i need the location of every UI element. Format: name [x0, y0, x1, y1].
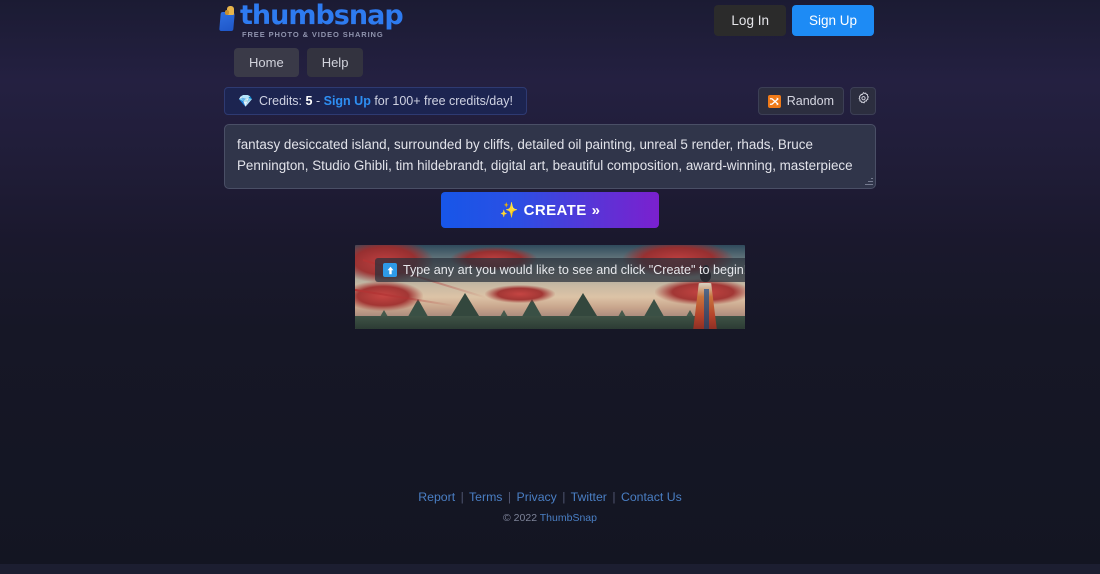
footer-link-terms[interactable]: Terms [469, 490, 502, 504]
site-footer: Report | Terms | Privacy | Twitter | Con… [0, 490, 1100, 524]
logo-wordmark: thumbsnap [240, 0, 404, 31]
login-button[interactable]: Log In [714, 5, 786, 36]
preview-hint-text: Type any art you would like to see and c… [403, 263, 745, 277]
auth-buttons: Log In Sign Up [714, 5, 874, 36]
footer-separator: | [507, 490, 512, 504]
random-button-label: Random [786, 94, 834, 108]
copyright: © 2022 ThumbSnap [0, 512, 1100, 524]
create-button[interactable]: ✨ CREATE » [441, 192, 659, 228]
credits-suffix: for 100+ free credits/day! [374, 94, 513, 108]
site-header: thumbsnap FREE PHOTO & VIDEO SHARING Log… [0, 0, 1100, 40]
prompt-container [224, 124, 876, 189]
credits-dash: - [315, 94, 321, 108]
footer-separator: | [612, 490, 616, 504]
footer-link-report[interactable]: Report [418, 490, 455, 504]
footer-separator: | [562, 490, 566, 504]
bottom-strip [0, 564, 1100, 574]
credits-amount: 5 [305, 94, 313, 108]
preview-hint: Type any art you would like to see and c… [375, 258, 745, 282]
page-background: thumbsnap FREE PHOTO & VIDEO SHARING Log… [0, 0, 1100, 574]
random-button[interactable]: Random [757, 87, 844, 115]
signup-button[interactable]: Sign Up [791, 5, 874, 36]
site-logo[interactable]: thumbsnap FREE PHOTO & VIDEO SHARING [218, 2, 404, 38]
footer-link-contact-us[interactable]: Contact Us [621, 490, 682, 504]
nav-tab-help[interactable]: Help [306, 48, 364, 77]
create-button-chevron: » [591, 201, 601, 219]
footer-link-twitter[interactable]: Twitter [571, 490, 607, 504]
main-nav: Home Help [234, 48, 364, 77]
credits-row: 💎 Credits: 5 - Sign Up for 100+ free cre… [224, 87, 876, 115]
create-button-label: CREATE [523, 201, 587, 219]
footer-links: Report | Terms | Privacy | Twitter | Con… [0, 490, 1100, 504]
nav-tab-home[interactable]: Home [234, 48, 299, 77]
prompt-input[interactable] [224, 124, 876, 189]
footer-link-privacy[interactable]: Privacy [517, 490, 557, 504]
copyright-prefix: © 2022 [503, 512, 538, 524]
up-arrow-icon [383, 263, 397, 277]
copyright-brand-link[interactable]: ThumbSnap [540, 512, 597, 524]
credits-label: Credits: [258, 94, 303, 108]
settings-button[interactable] [850, 87, 876, 115]
gear-icon [856, 91, 871, 111]
sparkles-icon: ✨ [499, 202, 519, 219]
footer-separator: | [460, 490, 464, 504]
thumbs-up-icon [218, 6, 238, 32]
gem-icon: 💎 [238, 94, 253, 108]
preview-image[interactable]: Type any art you would like to see and c… [355, 245, 745, 329]
toolbar-right: Random [757, 87, 876, 115]
shuffle-icon [767, 94, 781, 108]
credits-signup-link[interactable]: Sign Up [324, 94, 371, 108]
credits-banner[interactable]: 💎 Credits: 5 - Sign Up for 100+ free cre… [224, 87, 527, 115]
logo-tagline: FREE PHOTO & VIDEO SHARING [242, 30, 384, 39]
